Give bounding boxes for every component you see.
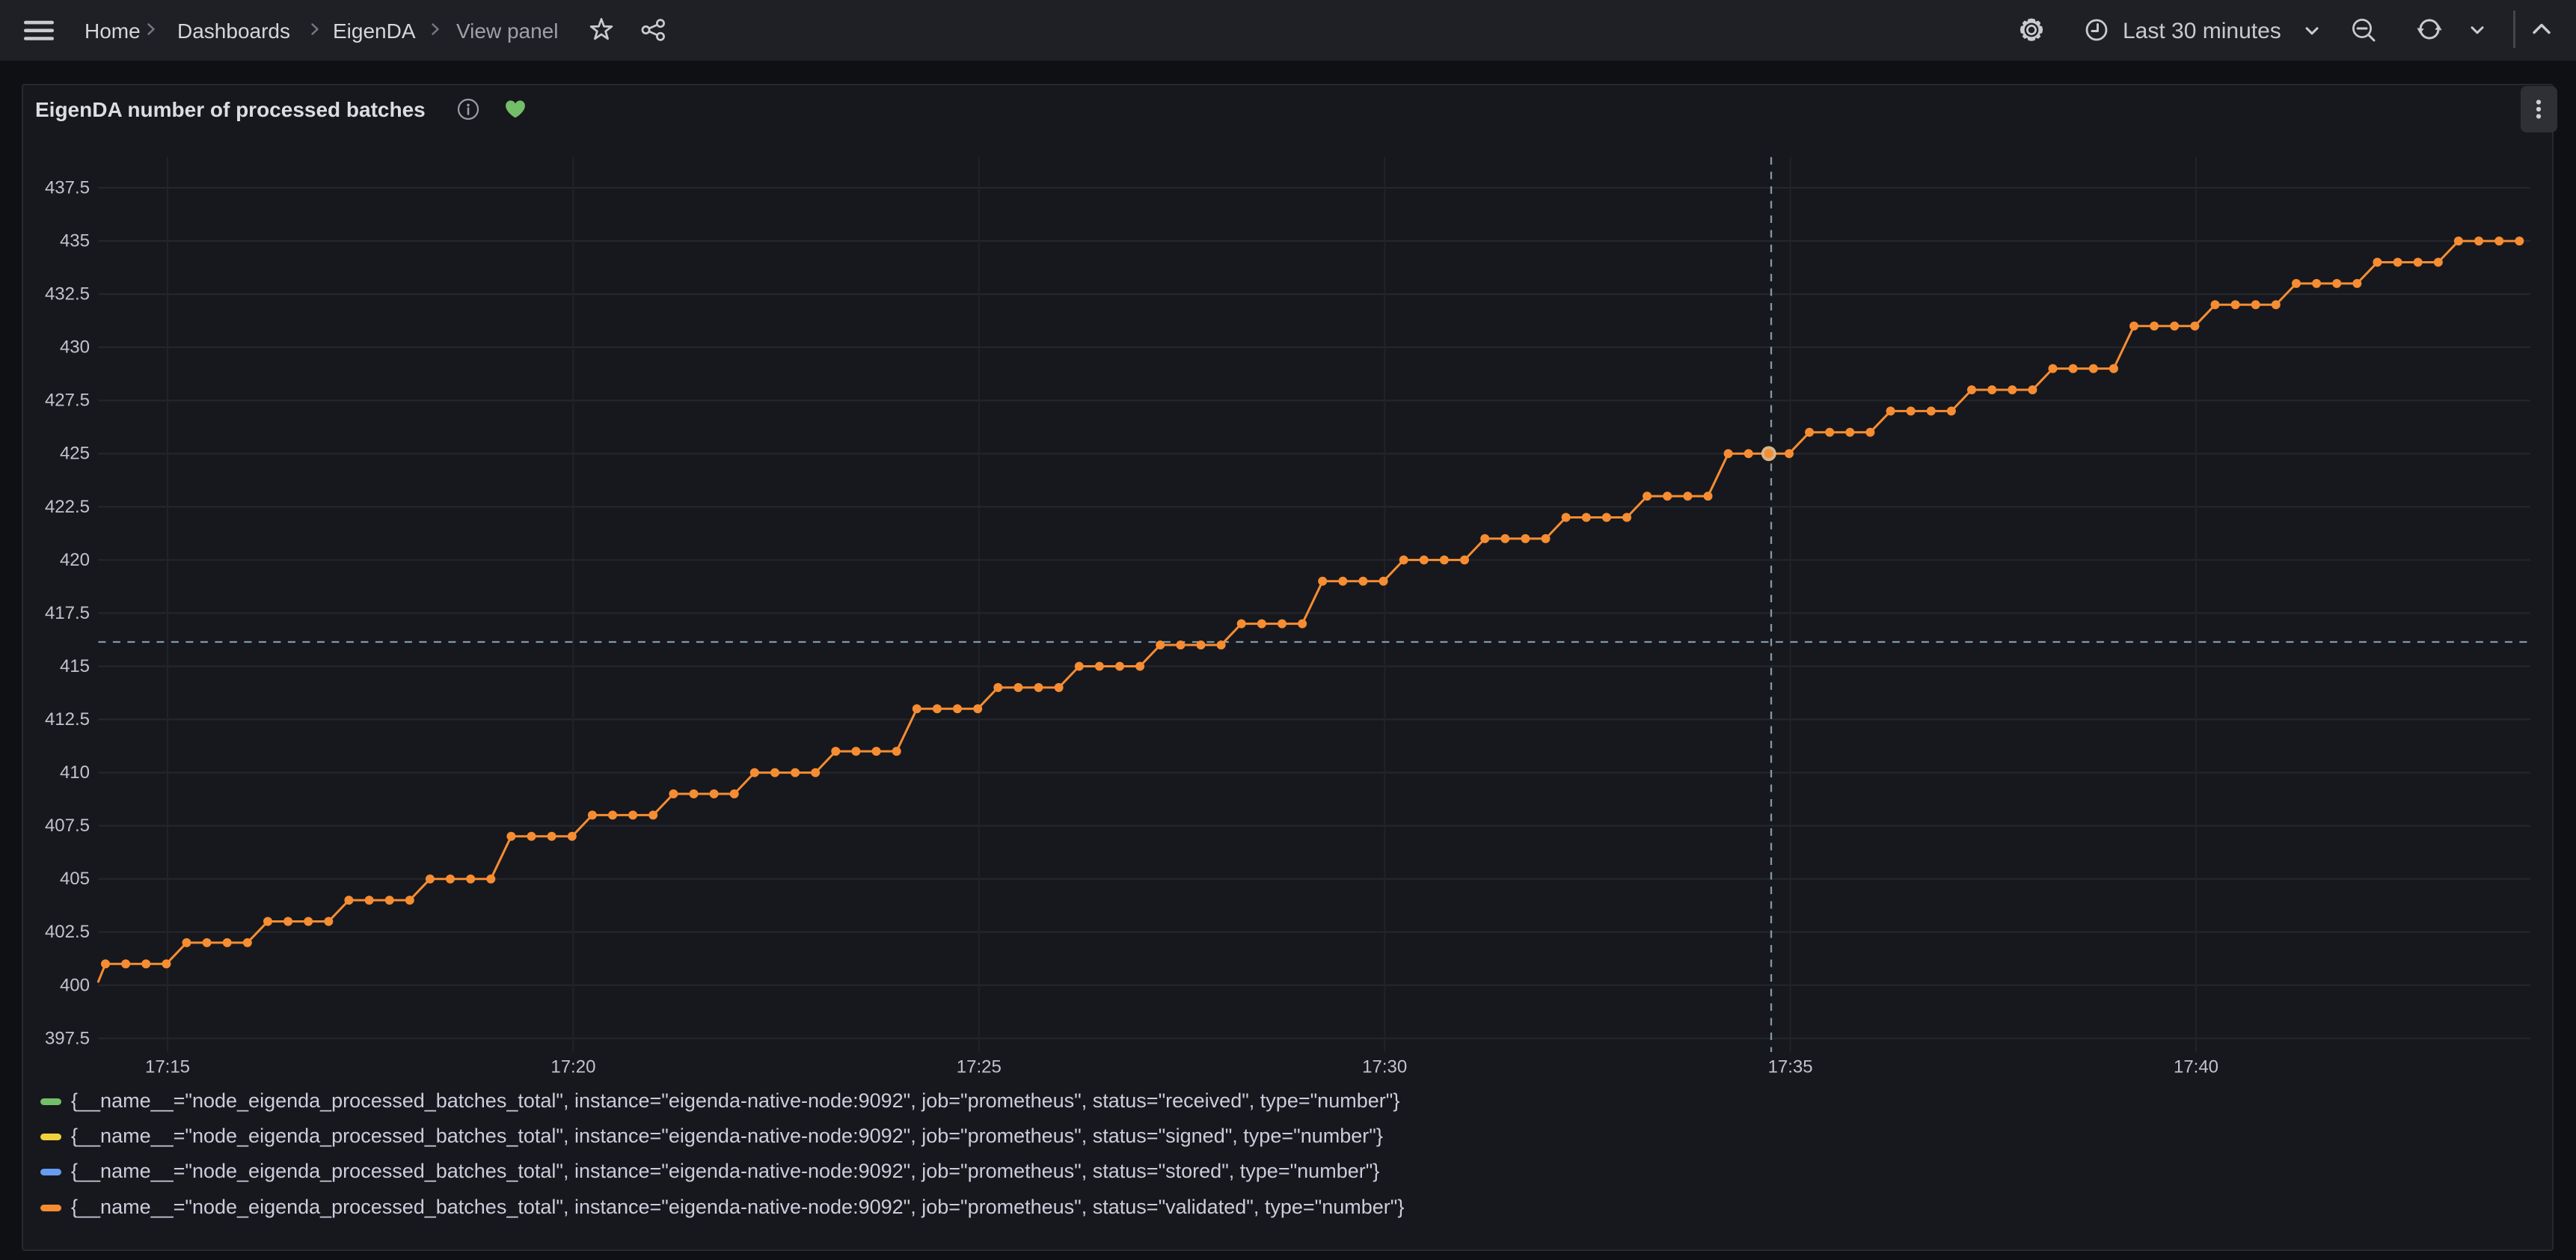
svg-text:17:20: 17:20 [551, 1057, 595, 1077]
svg-text:420: 420 [60, 550, 90, 570]
svg-text:405: 405 [60, 869, 90, 889]
svg-text:427.5: 427.5 [45, 391, 90, 411]
svg-text:410: 410 [60, 762, 90, 783]
svg-text:400: 400 [60, 975, 90, 995]
svg-text:412.5: 412.5 [45, 709, 90, 730]
svg-text:17:15: 17:15 [145, 1057, 190, 1077]
svg-text:437.5: 437.5 [45, 178, 90, 198]
svg-text:407.5: 407.5 [45, 816, 90, 836]
svg-text:435: 435 [60, 231, 90, 251]
svg-text:432.5: 432.5 [45, 284, 90, 305]
svg-text:17:35: 17:35 [1768, 1057, 1813, 1077]
svg-text:415: 415 [60, 656, 90, 676]
svg-text:17:25: 17:25 [957, 1057, 1002, 1077]
svg-text:425: 425 [60, 444, 90, 464]
svg-text:397.5: 397.5 [45, 1028, 90, 1048]
svg-text:417.5: 417.5 [45, 603, 90, 623]
svg-text:17:40: 17:40 [2174, 1057, 2218, 1077]
svg-text:402.5: 402.5 [45, 922, 90, 942]
svg-text:422.5: 422.5 [45, 497, 90, 517]
svg-text:17:30: 17:30 [1362, 1057, 1407, 1077]
svg-text:430: 430 [60, 337, 90, 358]
